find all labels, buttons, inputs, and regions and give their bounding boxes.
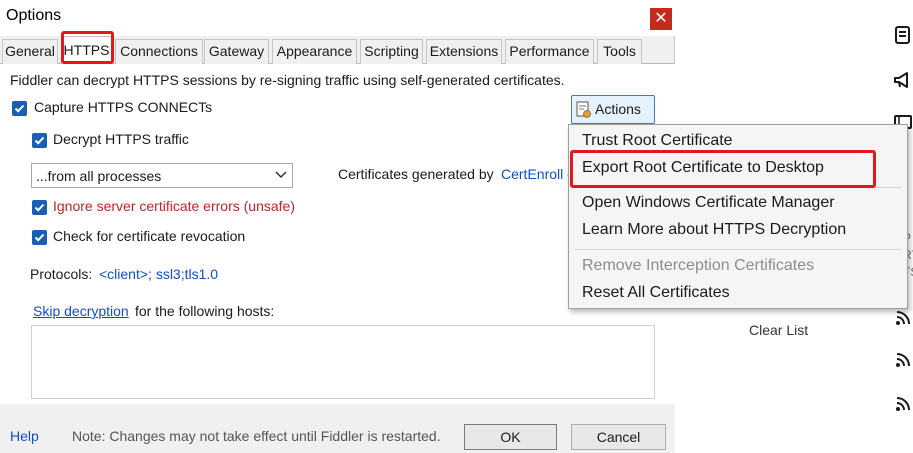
process-filter-value: ...from all processes (36, 168, 162, 184)
tab-tools[interactable]: Tools (597, 39, 642, 64)
document-icon[interactable] (893, 25, 913, 45)
annotation-highlight-export-item (570, 150, 876, 188)
checkmark-icon (34, 203, 45, 212)
ignore-errors-label: Ignore server certificate errors (unsafe… (53, 198, 295, 214)
feed-icon[interactable] (893, 350, 913, 370)
decrypt-traffic-checkbox[interactable] (32, 133, 47, 148)
certs-generated-label: Certificates generated by (338, 166, 494, 182)
ok-button[interactable]: OK (464, 424, 557, 450)
actions-button[interactable]: Actions (571, 95, 655, 124)
menu-item-reset-all-certificates[interactable]: Reset All Certificates (582, 284, 730, 302)
close-button[interactable]: ✕ (650, 8, 672, 30)
skip-hosts-label: for the following hosts: (135, 303, 275, 319)
capture-connects-checkbox[interactable] (12, 101, 27, 116)
https-intro-text: Fiddler can decrypt HTTPS sessions by re… (10, 72, 565, 88)
tab-extensions[interactable]: Extensions (426, 39, 502, 64)
menu-item-trust-root-certificate[interactable]: Trust Root Certificate (582, 132, 733, 150)
checkmark-icon (34, 233, 45, 242)
megaphone-icon[interactable] (893, 70, 913, 90)
certs-generator-link[interactable]: CertEnroll e (501, 166, 568, 182)
menu-separator (575, 249, 901, 250)
annotation-highlight-https-tab (61, 31, 114, 64)
protocols-link[interactable]: <client>; ssl3;tls1.0 (99, 266, 218, 282)
dialog-footer: Help Note: Changes may not take effect u… (0, 404, 675, 453)
help-link[interactable]: Help (10, 428, 39, 444)
restart-note: Note: Changes may not take effect until … (72, 428, 441, 444)
check-revocation-label: Check for certificate revocation (53, 228, 246, 244)
process-filter-select[interactable]: ...from all processes (31, 163, 293, 188)
feed-icon[interactable] (893, 308, 913, 328)
tab-scripting[interactable]: Scripting (360, 39, 423, 64)
certificate-icon (576, 101, 591, 118)
skip-decryption-link[interactable]: Skip decryption (33, 303, 129, 319)
chevron-down-icon (275, 171, 287, 179)
menu-item-open-certificate-manager[interactable]: Open Windows Certificate Manager (582, 194, 835, 212)
dialog-title: Options (6, 7, 62, 24)
skip-hosts-textarea[interactable] (31, 325, 655, 399)
checkmark-icon (14, 104, 25, 113)
cancel-button[interactable]: Cancel (571, 424, 666, 450)
protocols-label: Protocols: (30, 266, 93, 282)
menu-item-learn-more-https[interactable]: Learn More about HTTPS Decryption (582, 221, 846, 239)
tab-connections[interactable]: Connections (115, 39, 203, 64)
actions-button-label: Actions (595, 101, 641, 117)
checkmark-icon (34, 136, 45, 145)
capture-connects-label: Capture HTTPS CONNECTs (34, 99, 213, 115)
menu-item-remove-interception-certificates: Remove Interception Certificates (582, 257, 815, 274)
tab-gateway[interactable]: Gateway (204, 39, 269, 64)
decrypt-traffic-label: Decrypt HTTPS traffic (53, 131, 189, 147)
ignore-errors-checkbox[interactable] (32, 200, 47, 215)
feed-icon[interactable] (893, 394, 913, 414)
close-icon: ✕ (654, 10, 668, 27)
check-revocation-checkbox[interactable] (32, 230, 47, 245)
clear-list-button[interactable]: Clear List (749, 322, 808, 338)
tab-appearance[interactable]: Appearance (272, 39, 357, 64)
tab-performance[interactable]: Performance (505, 39, 594, 64)
tab-general[interactable]: General (2, 39, 58, 64)
